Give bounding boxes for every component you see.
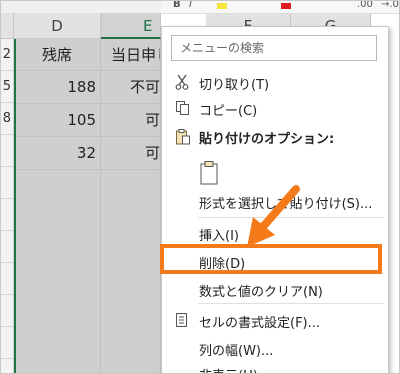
row-header[interactable]: [1, 295, 13, 327]
scissors-icon: [175, 74, 191, 92]
table-header-seats[interactable]: 残席: [14, 39, 101, 71]
menu-separator: [198, 217, 384, 218]
paste-icon: [175, 128, 191, 146]
table-cell-seats[interactable]: 32: [14, 137, 101, 170]
menu-item-insert[interactable]: 挿入(I): [162, 221, 388, 247]
row-header[interactable]: [1, 263, 13, 295]
menu-item-paste-options: 貼り付けのオプション:: [162, 124, 388, 150]
row-headers: 2 5 8: [1, 39, 14, 373]
row-header[interactable]: 5: [1, 71, 13, 103]
menu-item-label: 列の幅(W)...: [199, 344, 274, 359]
menu-item-delete[interactable]: 削除(D): [162, 249, 388, 275]
italic-button[interactable]: I: [189, 1, 192, 10]
menu-item-format-cells[interactable]: セルの書式設定(F)...: [162, 308, 388, 334]
menu-item-label: 挿入(I): [199, 229, 239, 244]
column-header-e[interactable]: E: [101, 13, 161, 39]
context-menu: メニューの検索 切り取り(T) コピー(C) 貼り付けのオプション: 形式を選択…: [161, 26, 389, 373]
menu-separator: [198, 303, 384, 304]
table-header-sameday[interactable]: 当日申し: [101, 39, 161, 71]
row-header[interactable]: [1, 327, 13, 359]
row-header[interactable]: [1, 135, 13, 167]
menu-item-clear-contents[interactable]: 数式と値のクリア(N): [162, 277, 388, 303]
table-cell-seats[interactable]: 188: [14, 71, 101, 104]
menu-item-cut[interactable]: 切り取り(T): [162, 70, 388, 96]
menu-item-column-width[interactable]: 列の幅(W)...: [162, 336, 388, 362]
paste-option-button[interactable]: [199, 160, 221, 186]
decimal-increase-button[interactable]: .00: [357, 1, 373, 10]
table-cell-status[interactable]: 可: [101, 137, 161, 170]
font-color-icon[interactable]: [281, 3, 291, 9]
row-header[interactable]: [1, 231, 13, 263]
format-cells-icon: [175, 312, 191, 330]
menu-search-input[interactable]: メニューの検索: [171, 35, 377, 61]
column-header-d[interactable]: D: [14, 13, 101, 39]
menu-item-label: 数式と値のクリア(N): [199, 285, 323, 300]
menu-item-paste-special[interactable]: 形式を選択して貼り付け(S)...: [162, 189, 388, 215]
empty-cells-e[interactable]: [101, 170, 161, 373]
menu-item-label: 非表示(H): [199, 365, 258, 373]
menu-item-label: セルの書式設定(F)...: [199, 316, 321, 331]
menu-item-label: コピー(C): [199, 104, 258, 119]
row-header[interactable]: [1, 199, 13, 231]
decimal-decrease-button[interactable]: →.0: [381, 1, 399, 10]
row-header[interactable]: 8: [1, 103, 13, 135]
menu-item-copy[interactable]: コピー(C): [162, 96, 388, 122]
table-cell-status[interactable]: 不可: [101, 71, 161, 104]
menu-item-hide[interactable]: 非表示(H): [162, 361, 388, 373]
table-cell-seats[interactable]: 105: [14, 104, 101, 137]
highlight-color-icon[interactable]: [217, 3, 227, 9]
bold-button[interactable]: B: [173, 1, 181, 10]
row-header[interactable]: 2: [1, 39, 13, 71]
table-cell-status[interactable]: 可: [101, 104, 161, 137]
corner-cell[interactable]: [1, 13, 14, 39]
menu-item-label: 削除(D): [199, 257, 246, 272]
empty-cells-d[interactable]: [14, 170, 101, 373]
mini-toolbar: B I .00 →.0: [161, 1, 399, 14]
copy-icon: [175, 100, 191, 118]
menu-item-label: 切り取り(T): [199, 78, 270, 93]
menu-item-label: 形式を選択して貼り付け(S)...: [199, 197, 373, 212]
menu-item-label: 貼り付けのオプション:: [199, 132, 335, 147]
screenshot-frame: D E F G 2 5 8 残席 当日申し 188 不可 105 可 32 可 …: [0, 0, 400, 374]
row-header[interactable]: [1, 167, 13, 199]
